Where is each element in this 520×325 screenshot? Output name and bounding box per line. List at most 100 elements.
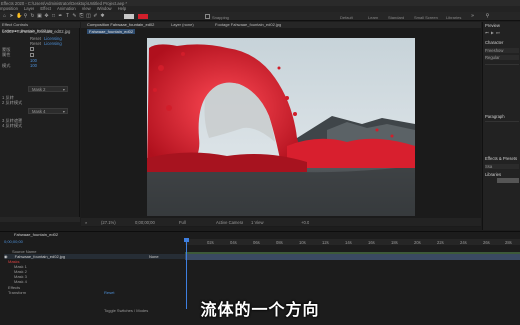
panel-footer bbox=[0, 217, 80, 222]
paragraph-settings bbox=[485, 121, 519, 149]
layer-tab[interactable]: Layer (none) bbox=[169, 22, 196, 28]
tick-label: 04s bbox=[230, 240, 237, 245]
first-frame-icon[interactable]: ⏮ bbox=[485, 30, 489, 35]
tick-label: 20s bbox=[414, 240, 421, 245]
clone-stamp-tool-icon[interactable]: ⎘ bbox=[79, 14, 84, 19]
character-settings bbox=[485, 64, 519, 104]
tools-panel: ⌂ ➤ ✋ ⚲ ↻ ▣ ✥ □ ✒ T ✎ ⎘ ◫ ✐ ✱ Snapping D… bbox=[0, 12, 520, 21]
comp-name-chip[interactable]: Fahwaae_fountain_ed02 bbox=[87, 29, 136, 34]
timeline-tab[interactable]: Fahwaae_fountain_ed02 bbox=[12, 232, 60, 238]
effects-presets-title[interactable]: Effects & Presets bbox=[485, 156, 517, 161]
composition-tabbar: Composition Fahwaae_fountain_ed02 Layer … bbox=[81, 22, 481, 28]
tick-label: 02s bbox=[207, 240, 214, 245]
licensing-link-2[interactable]: Licensing bbox=[44, 41, 62, 46]
viewer-timecode[interactable]: 0;00;00;00 bbox=[135, 220, 155, 225]
footage-tab[interactable]: Footage Fahwaae_fountain_ed02.jpg bbox=[213, 22, 283, 28]
text-tool-icon[interactable]: T bbox=[65, 14, 70, 19]
mask-dropdown-1[interactable]: Mask 2 ▾ bbox=[28, 86, 68, 92]
selection-tool-icon[interactable]: ➤ bbox=[9, 14, 14, 19]
tick-label: 10s bbox=[299, 240, 306, 245]
stroke-swatch[interactable] bbox=[138, 14, 148, 19]
camera-dropdown[interactable]: Active Camera bbox=[216, 220, 243, 225]
reset-link-2[interactable]: Reset bbox=[30, 41, 41, 46]
effect-controls-panel: Effect Controls Fahwaae_fountain_ed02.jp… bbox=[0, 22, 80, 222]
effects-search-input[interactable]: Ssa bbox=[485, 164, 519, 169]
mask-dropdown-2[interactable]: Mask 4 ▾ bbox=[28, 108, 68, 114]
attribute-checkbox[interactable] bbox=[30, 53, 34, 57]
rotate-tool-icon[interactable]: ↻ bbox=[30, 14, 35, 19]
pan-behind-tool-icon[interactable]: ✥ bbox=[44, 14, 49, 19]
chevron-down-icon: ▾ bbox=[62, 87, 65, 92]
tick-label: 18s bbox=[391, 240, 398, 245]
resolution-dropdown[interactable]: Full bbox=[179, 220, 186, 225]
shape-tool-icon[interactable]: □ bbox=[51, 14, 56, 19]
puppet-tool-icon[interactable]: ✱ bbox=[100, 14, 105, 19]
chevron-down-icon: ▾ bbox=[62, 109, 65, 114]
views-dropdown[interactable]: 1 View bbox=[251, 220, 264, 225]
mask-dropdown-2-value: Mask 4 bbox=[32, 109, 46, 114]
play-icon[interactable]: ▶ bbox=[491, 30, 494, 35]
mask-row-4: 4 反转模式 bbox=[2, 123, 23, 128]
last-frame-icon[interactable]: ⏭ bbox=[496, 30, 500, 35]
workspace-menu-icon[interactable]: » bbox=[470, 14, 475, 19]
attribute-label: 属性 bbox=[2, 52, 11, 57]
snapping-label: Snapping bbox=[212, 14, 229, 20]
workspace-libraries[interactable]: Libraries bbox=[446, 15, 461, 20]
font-style-dropdown[interactable]: Regular bbox=[485, 55, 519, 60]
value-field-2[interactable]: 100 bbox=[30, 63, 37, 68]
libraries-panel-title[interactable]: Libraries bbox=[485, 172, 501, 177]
fill-swatch[interactable] bbox=[124, 14, 134, 19]
brush-tool-icon[interactable]: ✎ bbox=[72, 14, 77, 19]
mask-dropdown-1-value: Mask 2 bbox=[32, 87, 46, 92]
tick-label: 12s bbox=[322, 240, 329, 245]
layer-duration-bar[interactable] bbox=[185, 254, 520, 260]
video-subtitle: 流体的一个方向 bbox=[200, 302, 320, 319]
timeline-timecode[interactable]: 0;00;00;00 bbox=[4, 239, 189, 244]
pen-tool-icon[interactable]: ✒ bbox=[58, 14, 63, 19]
transform-reset[interactable]: Reset bbox=[104, 290, 124, 295]
composition-tab[interactable]: Composition Fahwaae_fountain_ed02 bbox=[85, 22, 156, 28]
preview-panel-title[interactable]: Preview bbox=[485, 23, 500, 28]
hand-tool-icon[interactable]: ✋ bbox=[16, 14, 22, 19]
zoom-level[interactable]: (27.1%) bbox=[101, 220, 116, 225]
playhead-handle[interactable] bbox=[184, 238, 189, 242]
font-family-dropdown[interactable]: Freeshow bbox=[485, 48, 519, 53]
roto-brush-tool-icon[interactable]: ✐ bbox=[93, 14, 98, 19]
search-help-icon[interactable]: ⚲ bbox=[485, 14, 490, 19]
workspace-standard[interactable]: Standard bbox=[388, 15, 404, 20]
zoom-tool-icon[interactable]: ⚲ bbox=[23, 14, 28, 19]
right-panels: Preview ⏮ ▶ ⏭ Character Freeshow Regular… bbox=[482, 22, 520, 230]
layer-path: ued02 • Fahwaae_fountain_ed02.jpg bbox=[2, 29, 71, 34]
workspace-default[interactable]: Default bbox=[340, 15, 353, 20]
composition-viewer-image[interactable] bbox=[147, 38, 415, 216]
tick-label: 16s bbox=[368, 240, 375, 245]
window-title: Effects 2020 - C:\Users\Administrator\De… bbox=[1, 0, 128, 6]
tick-label: 06s bbox=[253, 240, 260, 245]
snapping-checkbox[interactable] bbox=[205, 14, 210, 19]
mask-row-2: 2 反转模式 bbox=[2, 100, 23, 105]
mode-label: 模式 bbox=[2, 63, 11, 68]
tick-label: 08s bbox=[276, 240, 283, 245]
effect-controls-tab[interactable]: Effect Controls Fahwaae_fountain_ed02.jp… bbox=[0, 22, 80, 33]
camera-tool-icon[interactable]: ▣ bbox=[37, 14, 42, 19]
viewer-controls: ⌕ (27.1%) 0;00;00;00 Full Active Camera … bbox=[81, 218, 481, 226]
workspace-learn[interactable]: Learn bbox=[368, 15, 378, 20]
tick-label: 26s bbox=[483, 240, 490, 245]
mask-4-row[interactable]: Mask 4 bbox=[14, 279, 199, 284]
tick-label: 22s bbox=[437, 240, 444, 245]
exposure-value[interactable]: +0.0 bbox=[301, 220, 309, 225]
transform-group[interactable]: Transform bbox=[8, 290, 193, 295]
character-panel-title[interactable]: Character bbox=[485, 40, 503, 45]
eye-icon[interactable]: ◉ bbox=[4, 254, 8, 259]
time-ruler[interactable]: 02s 04s 06s 08s 10s 12s 14s 16s 18s 20s … bbox=[185, 239, 520, 245]
library-thumbnail[interactable] bbox=[497, 178, 519, 183]
mask-checkbox[interactable] bbox=[30, 47, 34, 51]
home-icon[interactable]: ⌂ bbox=[2, 14, 7, 19]
workspace-small-screen[interactable]: Small Screen bbox=[414, 15, 438, 20]
tick-label: 24s bbox=[460, 240, 467, 245]
magnify-icon[interactable]: ⌕ bbox=[85, 220, 87, 225]
paragraph-panel-title[interactable]: Paragraph bbox=[485, 114, 505, 119]
tick-label: 14s bbox=[345, 240, 352, 245]
eraser-tool-icon[interactable]: ◫ bbox=[86, 14, 91, 19]
lava-fountain-image bbox=[147, 38, 415, 216]
